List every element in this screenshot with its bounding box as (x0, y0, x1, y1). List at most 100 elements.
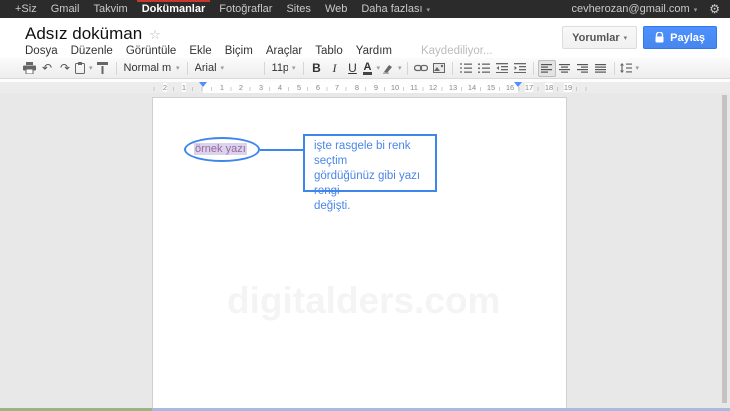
lock-icon (655, 32, 664, 43)
topbar-item-more[interactable]: Daha fazlası▾ (354, 0, 437, 18)
line-spacing-button[interactable]: ▾ (619, 60, 641, 77)
outdent-icon (496, 63, 508, 73)
indent-icon (514, 63, 526, 73)
right-margin-marker[interactable] (514, 82, 522, 87)
paragraph-style-value: Normal m... (124, 62, 172, 74)
web-clipboard-button[interactable]: ▾ (74, 60, 94, 77)
comments-button[interactable]: Yorumlar▾ (562, 26, 637, 49)
undo-icon: ↶ (42, 61, 52, 75)
redo-button[interactable]: ↷ (56, 60, 74, 77)
topbar-item-web[interactable]: Web (318, 0, 354, 18)
account-menu[interactable]: cevherozan@gmail.com ▾ (572, 3, 698, 15)
justify-button[interactable] (592, 60, 610, 77)
chevron-down-icon: ▾ (624, 34, 628, 42)
ruler-number: 15 (487, 83, 495, 92)
highlighter-icon (382, 62, 394, 74)
share-button[interactable]: Paylaş (643, 26, 717, 49)
ruler-number: 10 (391, 83, 399, 92)
undo-button[interactable]: ↶ (38, 60, 56, 77)
bold-button[interactable]: B (308, 60, 326, 77)
topbar-item-sites[interactable]: Sites (279, 0, 317, 18)
insert-image-button[interactable] (430, 60, 448, 77)
chevron-down-icon: ▾ (376, 64, 380, 72)
italic-button[interactable]: I (326, 60, 344, 77)
highlight-color-button[interactable]: ▾ (381, 60, 403, 77)
menu-edit[interactable]: Düzenle (71, 45, 113, 57)
numbered-list-button[interactable] (457, 60, 475, 77)
document-page[interactable]: digitalders.com örnek yazı işte rasgele … (152, 97, 567, 408)
ruler-number: 13 (449, 83, 457, 92)
vertical-scrollbar[interactable] (722, 95, 727, 403)
ruler-ticks (145, 87, 587, 91)
topbar-item-documents[interactable]: Dokümanlar (135, 0, 213, 18)
topbar-item-gmail[interactable]: Gmail (44, 0, 87, 18)
share-button-label: Paylaş (670, 32, 705, 44)
document-title-text: Adsız doküman (25, 24, 142, 43)
ruler-number: 6 (316, 83, 320, 92)
ruler-number: 11 (410, 83, 418, 92)
align-center-button[interactable] (556, 60, 574, 77)
toolbar-separator (407, 62, 408, 75)
menu-table[interactable]: Tablo (315, 45, 343, 57)
align-left-button[interactable] (538, 60, 556, 77)
font-size-value: 11pt (272, 62, 288, 74)
topbar-item-calendar[interactable]: Takvim (86, 0, 134, 18)
chevron-down-icon: ▾ (694, 6, 698, 14)
align-right-icon (577, 64, 588, 73)
print-button[interactable] (20, 60, 38, 77)
topbar-more-label: Daha fazlası (361, 3, 422, 15)
annotation-connector-line (260, 149, 305, 151)
gear-icon[interactable]: ⚙ (709, 2, 720, 16)
star-icon[interactable]: ☆ (149, 28, 161, 43)
menu-view[interactable]: Görüntüle (126, 45, 177, 57)
toolbar-separator (187, 62, 188, 75)
google-black-bar: +Siz Gmail Takvim Dokümanlar Fotoğraflar… (0, 0, 730, 18)
account-email: cevherozan@gmail.com (572, 3, 690, 15)
ruler-number: 7 (335, 83, 339, 92)
redo-icon: ↷ (60, 61, 70, 75)
document-title[interactable]: Adsız doküman ☆ (25, 24, 161, 44)
toolbar-separator (614, 62, 615, 75)
ruler-number: 8 (355, 83, 359, 92)
chevron-down-icon: ▾ (292, 64, 296, 72)
decrease-indent-button[interactable] (493, 60, 511, 77)
bulleted-list-button[interactable] (475, 60, 493, 77)
ruler-number: 18 (545, 83, 553, 92)
document-canvas: digitalders.com örnek yazı işte rasgele … (0, 93, 730, 408)
font-family-dropdown[interactable]: Arial▾ (192, 62, 260, 74)
paint-roller-icon (97, 62, 108, 74)
menu-tools[interactable]: Araçlar (266, 45, 302, 57)
format-toolbar: ↶ ↷ ▾ Normal m... ▾ Arial▾ 11pt ▾ B I U A▾… (0, 58, 730, 79)
bold-icon: B (312, 61, 321, 75)
line-spacing-icon (620, 63, 632, 73)
chevron-down-icon: ▾ (89, 64, 93, 72)
ruler-number: 19 (564, 83, 572, 92)
chevron-down-icon: ▾ (636, 64, 640, 72)
paint-format-button[interactable] (94, 60, 112, 77)
link-icon (414, 64, 428, 72)
chevron-down-icon: ▾ (176, 64, 180, 72)
menu-help[interactable]: Yardım (356, 45, 392, 57)
left-margin-marker[interactable] (199, 82, 207, 87)
ruler: 2 1 1 2 3 4 5 6 7 8 9 10 11 12 13 14 15 … (0, 79, 730, 93)
increase-indent-button[interactable] (511, 60, 529, 77)
menu-format[interactable]: Biçim (225, 45, 253, 57)
topbar-item-plus-you[interactable]: +Siz (8, 0, 44, 18)
topbar-item-photos[interactable]: Fotoğraflar (212, 0, 279, 18)
font-size-dropdown[interactable]: 11pt ▾ (269, 62, 299, 74)
underline-button[interactable]: U (344, 60, 362, 77)
align-left-icon (541, 64, 552, 73)
ruler-number: 12 (429, 83, 437, 92)
ruler-number: 17 (525, 83, 533, 92)
selected-text: örnek yazı (194, 143, 247, 155)
align-right-button[interactable] (574, 60, 592, 77)
menu-insert[interactable]: Ekle (189, 45, 211, 57)
text-color-button[interactable]: A▾ (362, 60, 381, 77)
paragraph-style-dropdown[interactable]: Normal m... ▾ (121, 62, 183, 74)
menu-file[interactable]: Dosya (25, 45, 58, 57)
ruler-number: 1 (182, 83, 186, 92)
active-tab-indicator (137, 0, 211, 2)
insert-link-button[interactable] (412, 60, 430, 77)
italic-icon: I (333, 61, 337, 76)
toolbar-separator (452, 62, 453, 75)
